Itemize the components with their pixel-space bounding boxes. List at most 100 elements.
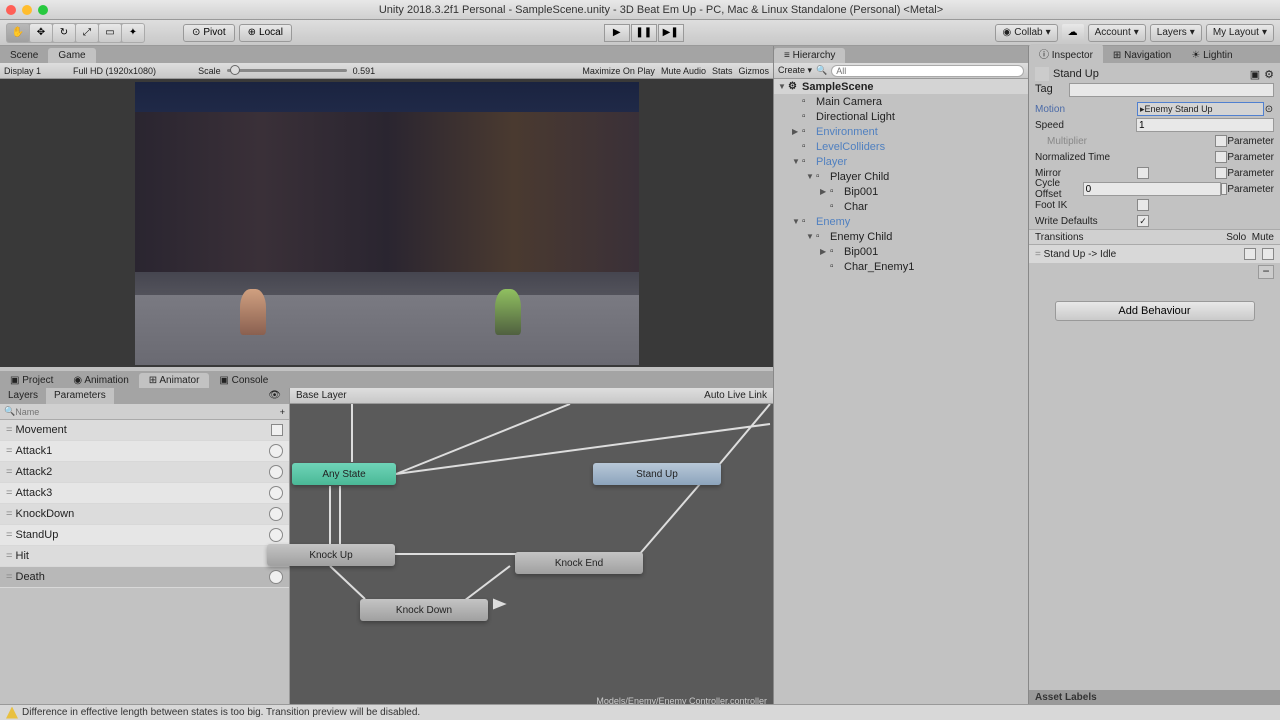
param-row[interactable]: = Death xyxy=(0,567,289,588)
hierarchy-item[interactable]: ▼⚙SampleScene xyxy=(774,79,1028,94)
hierarchy-item[interactable]: ▶▫Bip001 xyxy=(774,244,1028,259)
tab-game[interactable]: Game xyxy=(48,48,95,63)
param-row[interactable]: = StandUp xyxy=(0,525,289,546)
hierarchy-item[interactable]: ▫LevelColliders xyxy=(774,139,1028,154)
footik-cb[interactable] xyxy=(1137,199,1149,211)
rotate-tool[interactable]: ↻ xyxy=(53,24,75,42)
writedef-cb[interactable]: ✓ xyxy=(1137,215,1149,227)
scale-slider[interactable] xyxy=(227,69,347,72)
mute-cb[interactable] xyxy=(1262,248,1274,260)
tab-parameters[interactable]: Parameters xyxy=(46,388,114,404)
state-knock-down[interactable]: Knock Down xyxy=(360,599,488,621)
base-layer-label[interactable]: Base Layer xyxy=(296,390,347,401)
hierarchy-item[interactable]: ▶▫Bip001 xyxy=(774,184,1028,199)
tab-lighting[interactable]: ☀ Lightin xyxy=(1181,48,1242,63)
tab-scene[interactable]: Scene xyxy=(0,48,48,63)
foldout-icon[interactable]: ▼ xyxy=(792,157,802,166)
foldout-icon[interactable]: ▶ xyxy=(820,187,830,196)
tab-navigation[interactable]: ⊞ Navigation xyxy=(1103,48,1181,63)
resolution-dropdown[interactable]: Full HD (1920x1080) xyxy=(73,66,156,76)
tag-field[interactable] xyxy=(1069,83,1274,97)
state-knock-end[interactable]: Knock End xyxy=(515,552,643,574)
tab-layers[interactable]: Layers xyxy=(0,388,46,404)
solo-cb[interactable] xyxy=(1244,248,1256,260)
hierarchy-item[interactable]: ▼▫Enemy xyxy=(774,214,1028,229)
collab-dropdown[interactable]: ◉ Collab ▾ xyxy=(995,24,1057,42)
maximize-toggle[interactable]: Maximize On Play xyxy=(582,66,655,76)
state-any[interactable]: Any State xyxy=(292,463,396,485)
auto-live-link[interactable]: Auto Live Link xyxy=(704,390,767,401)
hierarchy-item[interactable]: ▫Directional Light xyxy=(774,109,1028,124)
foldout-icon[interactable]: ▼ xyxy=(792,217,802,226)
object-picker-icon[interactable]: ⊙ xyxy=(1264,104,1274,115)
param-search-input[interactable] xyxy=(15,407,280,417)
transform-tool[interactable]: ✦ xyxy=(122,24,144,42)
foldout-icon[interactable]: ▼ xyxy=(778,82,788,91)
create-dropdown[interactable]: Create ▾ xyxy=(778,65,812,76)
cycle-param-cb[interactable] xyxy=(1221,183,1228,195)
gear-icon[interactable]: ⚙ xyxy=(1264,68,1274,81)
hierarchy-item[interactable]: ▶▫Environment xyxy=(774,124,1028,139)
normalized-param-cb[interactable] xyxy=(1215,151,1227,163)
foldout-icon[interactable]: ▶ xyxy=(820,247,830,256)
multiplier-param-cb[interactable] xyxy=(1215,135,1227,147)
hierarchy-item[interactable]: ▼▫Enemy Child xyxy=(774,229,1028,244)
mute-toggle[interactable]: Mute Audio xyxy=(661,66,706,76)
reference-icon[interactable]: ▣ xyxy=(1250,68,1260,81)
tab-animation[interactable]: ◉ Animation xyxy=(63,373,138,388)
param-value[interactable] xyxy=(269,528,283,542)
account-dropdown[interactable]: Account ▾ xyxy=(1088,24,1146,42)
param-row[interactable]: = Attack3 xyxy=(0,483,289,504)
foldout-icon[interactable]: ▶ xyxy=(792,127,802,136)
cycle-field[interactable] xyxy=(1083,182,1221,196)
hand-tool[interactable]: ✋ xyxy=(7,24,29,42)
param-row[interactable]: = Attack1 xyxy=(0,441,289,462)
pause-button[interactable]: ❚❚ xyxy=(631,24,657,42)
layers-dropdown[interactable]: Layers ▾ xyxy=(1150,24,1202,42)
mirror-param-cb[interactable] xyxy=(1215,167,1227,179)
tab-project[interactable]: ▣ Project xyxy=(0,373,63,388)
param-value[interactable] xyxy=(269,486,283,500)
hierarchy-item[interactable]: ▼▫Player xyxy=(774,154,1028,169)
tab-hierarchy[interactable]: ≡ Hierarchy xyxy=(774,48,845,63)
param-value[interactable] xyxy=(269,570,283,584)
play-button[interactable]: ▶ xyxy=(604,24,630,42)
motion-field[interactable]: ▸Enemy Stand Up xyxy=(1137,102,1264,116)
close-icon[interactable] xyxy=(6,5,16,15)
maximize-icon[interactable] xyxy=(38,5,48,15)
remove-transition-button[interactable]: − xyxy=(1258,265,1274,279)
hierarchy-item[interactable]: ▫Char xyxy=(774,199,1028,214)
tab-console[interactable]: ▣ Console xyxy=(209,373,278,388)
param-value[interactable] xyxy=(271,424,283,436)
param-row[interactable]: = KnockDown xyxy=(0,504,289,525)
scale-tool[interactable]: ⤢ xyxy=(76,24,98,42)
local-toggle[interactable]: ⊕ Local xyxy=(239,24,292,42)
stats-toggle[interactable]: Stats xyxy=(712,66,733,76)
game-view[interactable] xyxy=(0,79,773,367)
param-row[interactable]: = Hit xyxy=(0,546,289,567)
display-dropdown[interactable]: Display 1 xyxy=(4,66,41,76)
tab-inspector[interactable]: ⓘ Inspector xyxy=(1029,44,1103,63)
hierarchy-item[interactable]: ▼▫Player Child xyxy=(774,169,1028,184)
cloud-button[interactable]: ☁ xyxy=(1062,24,1084,42)
param-row[interactable]: = Attack2 xyxy=(0,462,289,483)
tab-animator[interactable]: ⊞ Animator xyxy=(139,373,210,388)
step-button[interactable]: ▶❚ xyxy=(658,24,684,42)
speed-field[interactable] xyxy=(1136,118,1274,132)
param-row[interactable]: = Movement xyxy=(0,420,289,441)
state-graph[interactable]: Any State Stand Up Knock Up Knock End Kn… xyxy=(290,404,773,706)
transition-row[interactable]: = Stand Up -> Idle xyxy=(1029,245,1280,263)
hierarchy-item[interactable]: ▫Char_Enemy1 xyxy=(774,259,1028,274)
gizmos-toggle[interactable]: Gizmos xyxy=(738,66,769,76)
state-stand-up[interactable]: Stand Up xyxy=(593,463,721,485)
layout-dropdown[interactable]: My Layout ▾ xyxy=(1206,24,1274,42)
pivot-toggle[interactable]: ⊙ Pivot xyxy=(183,24,235,42)
param-value[interactable] xyxy=(269,465,283,479)
move-tool[interactable]: ✥ xyxy=(30,24,52,42)
eye-icon[interactable]: 👁 xyxy=(260,388,289,404)
foldout-icon[interactable]: ▼ xyxy=(806,232,816,241)
param-value[interactable] xyxy=(269,444,283,458)
hierarchy-item[interactable]: ▫Main Camera xyxy=(774,94,1028,109)
foldout-icon[interactable]: ▼ xyxy=(806,172,816,181)
param-value[interactable] xyxy=(269,507,283,521)
